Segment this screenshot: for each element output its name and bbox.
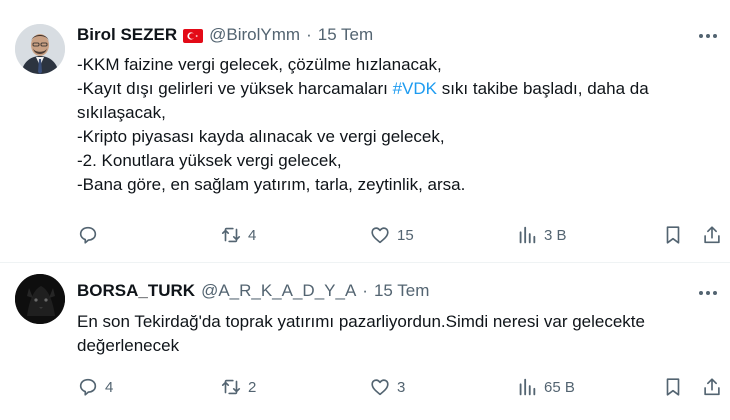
separator-dot: · bbox=[306, 25, 312, 44]
reply-icon bbox=[79, 226, 97, 244]
turkey-flag-icon bbox=[183, 28, 204, 43]
share-icon bbox=[704, 226, 720, 244]
bookmark-button[interactable] bbox=[662, 372, 684, 402]
like-button[interactable]: 15 bbox=[369, 220, 414, 250]
tweet-line: En son Tekirdağ'da toprak yatırımı pazar… bbox=[77, 312, 645, 331]
tweet-line-part: -Kayıt dışı gelirleri ve yüksek harcamal… bbox=[77, 79, 393, 98]
tweet-header: BORSA_TURK @A_R_K_A_D_Y_A · 15 Tem bbox=[77, 280, 429, 302]
bookmark-button[interactable] bbox=[662, 220, 684, 250]
more-dots-icon[interactable] bbox=[696, 26, 720, 46]
share-button[interactable] bbox=[701, 220, 723, 250]
share-icon bbox=[704, 378, 720, 396]
retweet-icon bbox=[221, 227, 241, 243]
views-count: 3 B bbox=[544, 226, 567, 244]
retweet-count: 2 bbox=[248, 378, 257, 396]
separator-dot: · bbox=[362, 281, 368, 300]
tweet-line: sıkılaşacak, bbox=[77, 103, 166, 122]
retweet-count: 4 bbox=[248, 226, 257, 244]
reply-button[interactable] bbox=[77, 220, 105, 250]
avatar-photo bbox=[15, 274, 65, 324]
tweet-line-part: sıkı takibe başladı, daha da bbox=[436, 79, 649, 98]
reply-button[interactable]: 4 bbox=[77, 372, 113, 402]
tweet-line: -Kripto piyasası kayda alınacak ve vergi… bbox=[77, 127, 445, 146]
tweet-line: -2. Konutlara yüksek vergi gelecek, bbox=[77, 151, 342, 170]
more-dots-icon[interactable] bbox=[696, 283, 720, 303]
author-name[interactable]: Birol SEZER bbox=[77, 25, 177, 45]
views-button[interactable]: 3 B bbox=[516, 220, 567, 250]
avatar-photo bbox=[15, 24, 65, 74]
tweet-date[interactable]: 15 Tem bbox=[374, 281, 429, 301]
tweet-header: Birol SEZER @BirolYmm · 15 Tem bbox=[77, 24, 373, 46]
author-handle[interactable]: @BirolYmm bbox=[209, 25, 300, 45]
action-bar: 4 2 3 65 B bbox=[0, 372, 730, 402]
avatar[interactable] bbox=[15, 274, 65, 324]
heart-icon bbox=[371, 379, 389, 396]
tweet-line: -Bana göre, en sağlam yatırım, tarla, ze… bbox=[77, 175, 466, 194]
bookmark-icon bbox=[666, 226, 680, 244]
retweet-button[interactable]: 2 bbox=[220, 372, 256, 402]
avatar[interactable] bbox=[15, 24, 65, 74]
author-handle[interactable]: @A_R_K_A_D_Y_A bbox=[201, 281, 356, 301]
tweet-text: -KKM faizine vergi gelecek, çözülme hızl… bbox=[77, 53, 722, 197]
heart-icon bbox=[371, 227, 389, 244]
tweet-line: -Kayıt dışı gelirleri ve yüksek harcamal… bbox=[77, 77, 722, 101]
retweet-button[interactable]: 4 bbox=[220, 220, 256, 250]
reply-icon bbox=[79, 378, 97, 396]
hashtag-link[interactable]: #VDK bbox=[393, 79, 437, 98]
tweet-date[interactable]: 15 Tem bbox=[318, 25, 373, 45]
views-button[interactable]: 65 B bbox=[516, 372, 575, 402]
action-bar: 4 15 3 B bbox=[0, 220, 730, 250]
retweet-icon bbox=[221, 379, 241, 395]
views-count: 65 B bbox=[544, 378, 575, 396]
author-name[interactable]: BORSA_TURK bbox=[77, 281, 195, 301]
like-count: 15 bbox=[397, 226, 414, 244]
tweet-text: En son Tekirdağ'da toprak yatırımı pazar… bbox=[77, 310, 722, 358]
views-bar-chart-icon bbox=[519, 226, 536, 244]
like-button[interactable]: 3 bbox=[369, 372, 405, 402]
tweet-card[interactable]: Birol SEZER @BirolYmm · 15 Tem -KKM faiz… bbox=[0, 0, 730, 263]
views-bar-chart-icon bbox=[519, 378, 536, 396]
reply-count: 4 bbox=[105, 378, 114, 396]
tweet-line: -KKM faizine vergi gelecek, çözülme hızl… bbox=[77, 55, 442, 74]
bookmark-icon bbox=[666, 378, 680, 396]
tweet-line: değerlenecek bbox=[77, 336, 180, 355]
share-button[interactable] bbox=[701, 372, 723, 402]
like-count: 3 bbox=[397, 378, 406, 396]
